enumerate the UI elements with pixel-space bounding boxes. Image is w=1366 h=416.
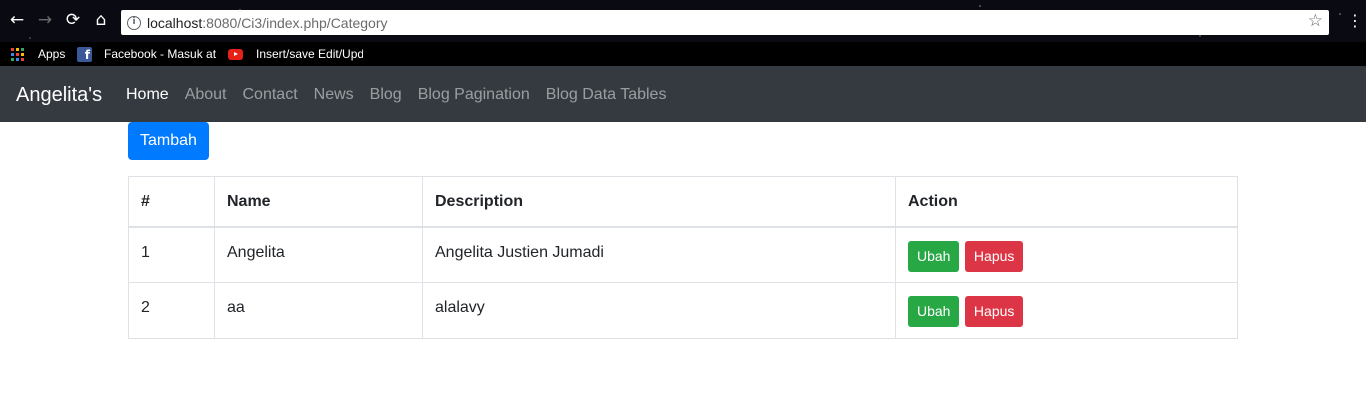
facebook-icon: f bbox=[77, 46, 92, 62]
bookmark-label: Apps bbox=[38, 47, 66, 61]
edit-button[interactable]: Ubah bbox=[908, 296, 960, 327]
delete-button[interactable]: Hapus bbox=[964, 296, 1024, 327]
table-row: 2 aa alalavy Ubah Hapus bbox=[128, 282, 1238, 339]
column-header-name: Name bbox=[214, 176, 423, 228]
column-header-description: Description bbox=[422, 176, 896, 228]
back-arrow-icon[interactable]: ← bbox=[6, 9, 28, 31]
cell-number: 2 bbox=[128, 282, 215, 339]
cell-actions: Ubah Hapus bbox=[895, 282, 1238, 339]
nav-link-blog-data-tables[interactable]: Blog Data Tables bbox=[546, 84, 667, 105]
column-header-number: # bbox=[128, 176, 215, 228]
bookmark-youtube[interactable]: Insert/save Edit/Upd bbox=[228, 42, 363, 66]
bookmarks-bar: Apps f Facebook - Masuk at Insert/save E… bbox=[0, 42, 1366, 66]
top-navbar: Angelita's Home About Contact News Blog … bbox=[0, 66, 1366, 122]
nav-link-blog[interactable]: Blog bbox=[370, 84, 402, 105]
nav-link-home[interactable]: Home bbox=[126, 84, 169, 105]
category-table: # Name Description Action 1 Angelita Ang… bbox=[128, 176, 1238, 339]
forward-arrow-icon[interactable]: → bbox=[34, 9, 56, 31]
cell-name: aa bbox=[214, 282, 423, 339]
cell-description: Angelita Justien Jumadi bbox=[422, 226, 896, 283]
info-icon[interactable]: i bbox=[127, 15, 141, 30]
cell-description: alalavy bbox=[422, 282, 896, 339]
youtube-icon bbox=[228, 48, 243, 60]
cell-name: Angelita bbox=[214, 226, 423, 283]
browser-menu-icon[interactable]: ⋮ bbox=[1347, 10, 1363, 32]
nav-link-blog-pagination[interactable]: Blog Pagination bbox=[418, 84, 530, 105]
bookmark-label: Facebook - Masuk at bbox=[104, 47, 217, 61]
nav-link-news[interactable]: News bbox=[314, 84, 354, 105]
bookmark-apps[interactable]: Apps bbox=[38, 42, 65, 66]
apps-grid-icon[interactable] bbox=[11, 48, 24, 61]
edit-button[interactable]: Ubah bbox=[908, 240, 960, 272]
bookmark-facebook[interactable]: f Facebook - Masuk at bbox=[77, 42, 217, 66]
url-host: localhost bbox=[147, 14, 203, 31]
url-path: :8080/Ci3/index.php/Category bbox=[202, 14, 388, 31]
cell-number: 1 bbox=[128, 226, 215, 283]
column-header-action: Action bbox=[895, 176, 1238, 228]
address-bar[interactable]: i localhost:8080/Ci3/index.php/Category … bbox=[121, 10, 1329, 35]
home-icon[interactable]: ⌂ bbox=[90, 9, 112, 31]
reload-icon[interactable]: ⟳ bbox=[62, 9, 84, 31]
table-row: 1 Angelita Angelita Justien Jumadi Ubah … bbox=[128, 226, 1238, 283]
bookmark-star-icon[interactable]: ☆ bbox=[1308, 11, 1323, 31]
delete-button[interactable]: Hapus bbox=[964, 240, 1024, 272]
browser-toolbar: ← → ⟳ ⌂ i localhost:8080/Ci3/index.php/C… bbox=[0, 0, 1366, 42]
nav-links: Home About Contact News Blog Blog Pagina… bbox=[126, 84, 682, 105]
navbar-brand[interactable]: Angelita's bbox=[16, 82, 102, 108]
nav-link-contact[interactable]: Contact bbox=[243, 84, 298, 105]
bookmark-label: Insert/save Edit/Upd bbox=[256, 47, 363, 61]
add-category-button[interactable]: Tambah bbox=[128, 122, 209, 160]
cell-actions: Ubah Hapus bbox=[895, 226, 1238, 283]
nav-link-about[interactable]: About bbox=[185, 84, 227, 105]
table-header-row: # Name Description Action bbox=[128, 176, 1238, 228]
